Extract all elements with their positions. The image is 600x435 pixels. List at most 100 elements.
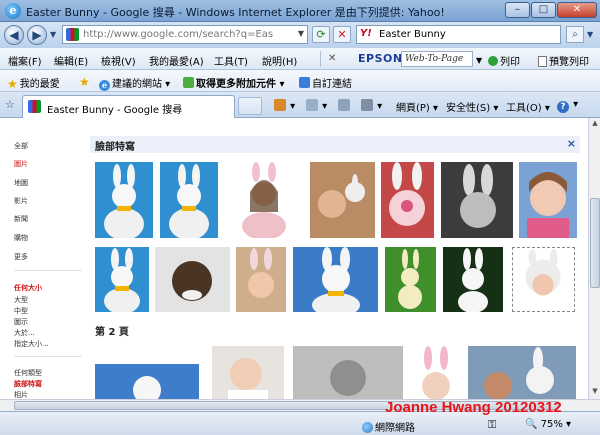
favorites-button[interactable]: ★ 我的最愛 (7, 75, 60, 91)
image-result[interactable] (212, 346, 284, 399)
minimize-button[interactable]: – (505, 2, 530, 18)
yahoo-search-icon: Y! (360, 28, 372, 39)
menu-tools[interactable]: 工具(T) (214, 53, 248, 68)
image-result[interactable] (95, 162, 153, 238)
menu-favorites[interactable]: 我的最愛(A) (149, 53, 204, 68)
addons-link[interactable]: 取得更多附加元件 ▾ (183, 75, 285, 90)
image-result[interactable] (468, 346, 576, 399)
address-input[interactable]: http://www.google.com/search?q=Easter+Bu… (62, 25, 308, 44)
image-result[interactable] (293, 346, 403, 399)
type-any[interactable]: 任何類型 (14, 368, 42, 378)
custom-links-link[interactable]: 自訂連結 (299, 75, 352, 90)
nav-videos[interactable]: 影片 (14, 196, 28, 206)
nav-all[interactable]: 全部 (14, 141, 28, 151)
zone-label: 網際網路 (375, 423, 415, 434)
favorites-center-icon[interactable]: ☆ (5, 98, 15, 111)
size-large[interactable]: 大型 (14, 295, 28, 305)
protected-mode-icon[interactable]: ⚿ (488, 418, 496, 432)
image-result[interactable] (519, 162, 577, 238)
nav-more[interactable]: 更多 (14, 252, 28, 262)
search-button[interactable]: ⌕ (566, 26, 584, 43)
security-zone[interactable]: 網際網路 (362, 419, 415, 434)
image-result[interactable] (236, 247, 286, 312)
forward-button[interactable]: ▶ (27, 25, 47, 45)
feeds-button[interactable]: ▾ (306, 99, 327, 112)
type-photo[interactable]: 相片 (14, 390, 28, 399)
menu-edit[interactable]: 編輯(E) (54, 53, 88, 68)
maximize-button[interactable]: □ (531, 2, 556, 18)
size-exact[interactable]: 指定大小... (14, 339, 49, 349)
history-dropdown-icon[interactable]: ▼ (50, 30, 56, 39)
little-girl-image (519, 162, 577, 238)
web-to-page-select[interactable]: Web-To-Page (401, 51, 473, 67)
search-dropdown-icon[interactable]: ▼ (587, 30, 593, 39)
stop-button[interactable]: ✕ (333, 26, 351, 43)
tab-easter-bunny[interactable]: Easter Bunny - Google 搜尋 (22, 95, 235, 118)
addons-icon (183, 77, 194, 88)
size-any[interactable]: 任何大小 (14, 283, 42, 293)
help-icon: ? (557, 101, 569, 113)
web-to-page-dropdown-icon[interactable]: ▼ (476, 56, 482, 65)
window-controls: – □ ✕ (505, 2, 597, 18)
image-result[interactable] (160, 162, 218, 238)
bunny-costume-image (95, 364, 199, 399)
home-button[interactable]: ▾ (274, 99, 295, 112)
type-face[interactable]: 臉部特寫 (14, 379, 42, 389)
scroll-up-icon[interactable]: ▲ (590, 119, 600, 129)
zoom-control[interactable]: 🔍 75% ▾ (525, 419, 571, 430)
image-result[interactable] (385, 247, 436, 312)
nav-maps[interactable]: 地圖 (14, 178, 28, 188)
image-result[interactable] (443, 247, 503, 312)
image-result[interactable] (293, 247, 378, 312)
menu-view[interactable]: 檢視(V) (101, 53, 136, 68)
close-button[interactable]: ✕ (557, 2, 597, 18)
image-result[interactable] (155, 247, 230, 312)
search-input[interactable]: Y! Easter Bunny (356, 25, 561, 44)
face-section-header: 臉部特寫 × (90, 136, 580, 153)
menu-help[interactable]: 說明(H) (262, 53, 297, 68)
read-mail-button[interactable] (338, 99, 351, 112)
menu-file[interactable]: 檔案(F) (8, 53, 42, 68)
size-larger-than[interactable]: 大於... (14, 328, 35, 338)
image-result[interactable] (226, 162, 302, 238)
girl-bunny-ears-image (236, 247, 286, 312)
vertical-scrollbar[interactable]: ▲ ▼ (588, 118, 600, 399)
baby-bunny-image (212, 346, 284, 399)
size-icon[interactable]: 圖示 (14, 317, 28, 327)
image-result[interactable] (381, 162, 434, 238)
tools-menu-button[interactable]: 工具(O) ▾ (506, 99, 550, 114)
nav-news[interactable]: 新聞 (14, 214, 28, 224)
print-button[interactable]: 列印 (488, 53, 520, 68)
star-icon: ★ (7, 77, 18, 91)
scroll-down-icon[interactable]: ▼ (590, 387, 600, 397)
preview-icon (538, 56, 547, 67)
zoom-level: 75% (540, 419, 563, 430)
custom-links-label: 自訂連結 (312, 79, 352, 90)
image-result[interactable] (95, 247, 149, 312)
add-favorite-button[interactable]: ★ (79, 75, 90, 89)
page-menu-button[interactable]: 網頁(P) ▾ (396, 99, 438, 114)
print-preview-button[interactable]: 預覽列印 (538, 53, 589, 68)
vertical-scroll-thumb[interactable] (590, 198, 600, 288)
refresh-button[interactable]: ⟳ (312, 26, 330, 43)
print-preview-label: 預覽列印 (549, 57, 589, 68)
nav-images[interactable]: 圖片 (14, 159, 28, 169)
nav-shopping[interactable]: 購物 (14, 233, 28, 243)
toolbar-close-icon[interactable]: ✕ (328, 53, 336, 64)
help-button[interactable]: ? ▾ (557, 99, 578, 113)
search-value: Easter Bunny (379, 29, 446, 40)
image-result[interactable] (310, 162, 375, 238)
add-favorite-icon: ★ (79, 75, 90, 89)
image-result[interactable] (441, 162, 513, 238)
safety-menu-button[interactable]: 安全性(S) ▾ (446, 99, 498, 114)
address-dropdown-icon[interactable]: ▼ (298, 29, 304, 38)
close-icon[interactable]: × (567, 137, 576, 150)
image-result-selected[interactable] (512, 247, 575, 312)
image-result[interactable] (411, 346, 461, 399)
suggested-sites-link[interactable]: e 建議的網站 ▾ (99, 75, 170, 91)
back-button[interactable]: ◀ (4, 25, 24, 45)
image-result[interactable] (95, 364, 199, 399)
size-medium[interactable]: 中型 (14, 306, 28, 316)
print-command-button[interactable]: ▾ (361, 99, 382, 112)
new-tab-button[interactable] (238, 97, 262, 115)
